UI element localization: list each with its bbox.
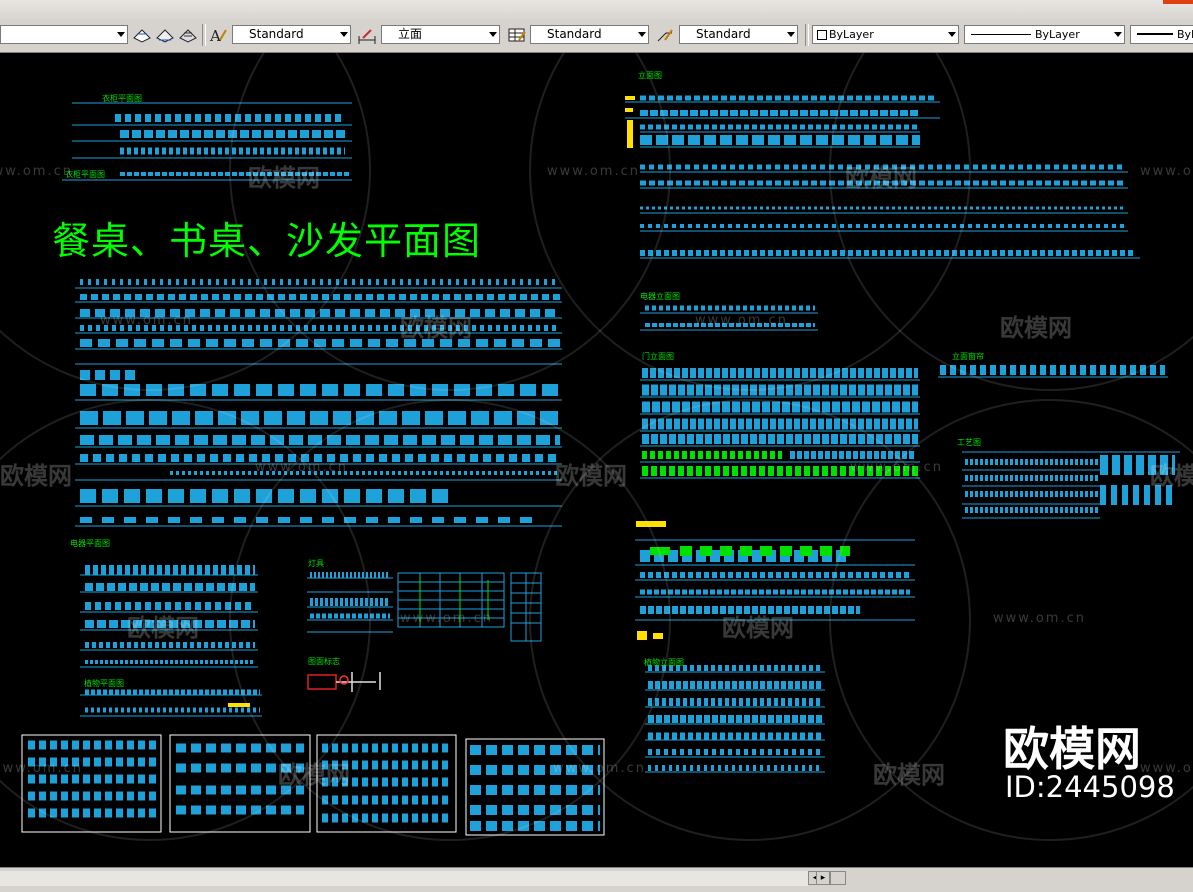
watermark-url: www.om.cn <box>1140 164 1193 179</box>
linetype-value: ByLayer <box>1035 28 1080 41</box>
scrollbar-thumb[interactable] <box>830 871 846 885</box>
label-plan-marks: 图面标志 <box>308 657 340 666</box>
watermark-brand: 欧模网 <box>0 462 72 490</box>
dimension-style-combo[interactable]: 立面 <box>381 25 500 44</box>
label-plant-elevation: 植物立面图 <box>644 658 684 667</box>
label-lamps: 灯具 <box>308 559 324 568</box>
multileader-style-combo[interactable]: Standard <box>679 25 798 44</box>
watermark-brand: 欧模网 <box>248 164 320 192</box>
layer-states-icon[interactable] <box>132 26 152 44</box>
label-plant-plan: 植物平面图 <box>84 679 124 688</box>
multileader-style-icon[interactable] <box>655 26 675 44</box>
watermark-url: www.om.cn <box>850 460 943 475</box>
watermark-url: www.om.cn <box>0 164 73 179</box>
label-cabinet-plan: 衣柜平面图 <box>102 94 142 103</box>
toolbar-separator <box>202 24 206 46</box>
scrollbar-track[interactable] <box>0 871 808 886</box>
label-craft: 工艺图 <box>957 438 981 447</box>
watermark-brand: 欧模网 <box>873 761 945 789</box>
properties-toolbar: A Standard 立面 Standard Standard ByLayer … <box>0 0 1193 53</box>
linetype-preview-icon <box>971 34 1031 35</box>
svg-text:A: A <box>209 27 221 44</box>
multileader-style-value: Standard <box>696 27 751 41</box>
label-window-elevation: 立面窗帘 <box>952 352 984 361</box>
watermark-brand: 欧模网 <box>127 614 199 642</box>
text-style-combo[interactable]: Standard <box>232 25 351 44</box>
dimension-style-value: 立面 <box>398 27 423 41</box>
watermark-id: ID:2445098 <box>1005 770 1175 804</box>
color-combo[interactable]: ByLayer <box>812 25 959 44</box>
toolbar-separator <box>805 24 809 46</box>
drawing-title: 餐桌、书桌、沙发平面图 <box>52 219 482 263</box>
watermark-url: www.om.cn <box>0 761 83 776</box>
horizontal-scrollbar[interactable]: ◂ ▸ <box>0 867 1193 892</box>
layer-previous-icon[interactable] <box>155 26 175 44</box>
label-elevation: 立面图 <box>638 71 662 80</box>
watermark-brand: 欧模网 <box>845 164 917 192</box>
watermark-brand: 欧模网 <box>400 314 472 342</box>
table-style-icon[interactable] <box>507 26 527 44</box>
label-door-elevation: 门立面图 <box>642 352 674 361</box>
watermark-url: www.om.cn <box>400 611 493 626</box>
text-style-icon[interactable]: A <box>208 26 228 44</box>
toolbar-top-strip <box>0 0 1193 22</box>
watermark-url: www.om.cn <box>695 313 788 328</box>
watermark-brand: 欧模网 <box>1000 314 1072 342</box>
scroll-right-icon[interactable]: ▸ <box>816 871 830 885</box>
watermark-url: www.om.cn <box>547 164 640 179</box>
watermark-brand: 欧模网 <box>722 614 794 642</box>
watermark-url: www.om.cn <box>993 611 1086 626</box>
watermark-brand: 欧模网 <box>278 761 350 789</box>
table-style-value: Standard <box>547 27 602 41</box>
table-style-combo[interactable]: Standard <box>530 25 649 44</box>
lineweight-combo[interactable]: ByL <box>1130 25 1193 44</box>
watermark-url: www.om.cn <box>100 313 193 328</box>
color-swatch-icon <box>817 30 827 40</box>
label-appliance-elevation: 电器立面图 <box>640 292 680 301</box>
watermark-url: www.om.cn <box>553 761 646 776</box>
dimension-style-icon[interactable] <box>357 26 377 44</box>
layer-iso-icon[interactable] <box>178 26 198 44</box>
lineweight-value: ByL <box>1177 28 1193 41</box>
linetype-combo[interactable]: ByLayer <box>964 25 1125 44</box>
window-accent <box>1163 0 1193 4</box>
watermark-brand: 欧模网 <box>555 462 627 490</box>
layer-combo[interactable] <box>0 25 128 44</box>
watermark-url: www.om.cn <box>255 460 348 475</box>
watermark-brand: 欧模网 <box>1150 462 1193 490</box>
lineweight-preview-icon <box>1137 33 1173 35</box>
label-appliance-plan: 电器平面图 <box>70 539 110 548</box>
text-style-value: Standard <box>249 27 304 41</box>
color-value: ByLayer <box>829 28 874 41</box>
